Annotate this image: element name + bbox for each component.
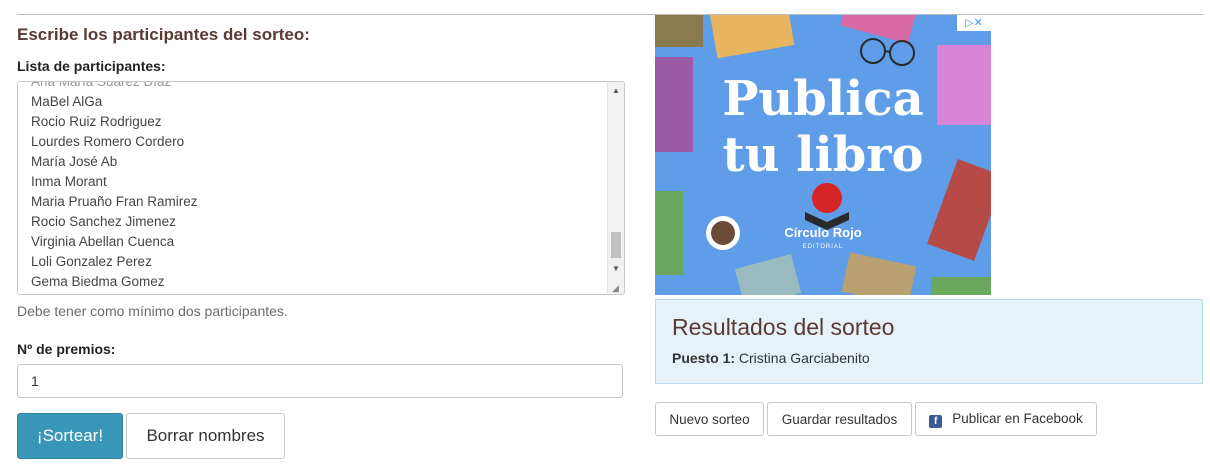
scroll-up-arrow-icon[interactable]: ▲ [608,84,624,98]
draw-button[interactable]: ¡Sortear! [17,413,123,459]
new-draw-button[interactable]: Nuevo sorteo [655,402,764,436]
participant-line: Lourdes Romero Cordero [31,134,185,149]
results-title: Resultados del sorteo [672,314,895,340]
facebook-icon: f [929,414,943,428]
participants-label: Lista de participantes: [17,58,166,74]
scrollbar-thumb[interactable] [611,232,621,258]
participant-line: María José Ab [31,154,118,169]
participant-line: Inma Morant [31,174,107,189]
scroll-down-arrow-icon[interactable]: ▼ [608,262,624,276]
prizes-input[interactable] [17,364,623,398]
ad-headline-line1: Publica [722,71,924,127]
ad-brand-subtitle: EDITORIAL [802,244,844,250]
participant-line: Virginia Abellan Cuenca [31,234,175,249]
publish-facebook-label: Publicar en Facebook [952,410,1083,426]
participant-line: Ana María Suárez Díaz [31,81,172,89]
ad-banner[interactable]: ▷✕ Publica tu libro Círculo Rojo EDITORI… [655,15,991,295]
result-position-1: Puesto 1: Cristina Garciabenito [672,350,870,366]
textarea-scrollbar[interactable]: ▲ ▼ [607,82,624,294]
participant-line: MaBel AlGa [31,94,103,109]
ad-choices-icon[interactable]: ▷✕ [957,15,991,31]
publish-facebook-button[interactable]: f Publicar en Facebook [915,402,1097,436]
ad-headline-line2: tu libro [722,127,924,183]
clear-names-button[interactable]: Borrar nombres [126,413,285,459]
participant-line: Maria Pruaño Fran Ramirez [31,194,198,209]
form-heading: Escribe los participantes del sorteo: [17,25,310,44]
resize-grip-icon[interactable]: ◢ [612,283,622,293]
results-panel: Resultados del sorteo Puesto 1: Cristina… [655,299,1203,384]
position-label: Puesto 1: [672,350,736,366]
participants-hint: Debe tener como mínimo dos participantes… [17,303,288,319]
participants-list: Ana María Suárez Díaz MaBel AlGa Rocio Rui… [31,81,198,292]
participant-line: Rocio Sanchez Jimenez [31,214,176,229]
participant-line: Loli Gonzalez Perez [31,254,152,269]
participant-line: Rocio Ruiz Rodriguez [31,114,162,129]
participants-textarea[interactable]: Ana María Suárez Díaz MaBel AlGa Rocio Rui… [17,81,625,295]
prizes-label: Nº de premios: [17,341,116,357]
save-results-button[interactable]: Guardar resultados [767,402,912,436]
participant-line: Gema Biedma Gomez [31,274,165,289]
top-divider [17,14,1203,15]
winner-name: Cristina Garciabenito [738,350,870,366]
ad-brand-name: Círculo Rojo [784,225,862,240]
